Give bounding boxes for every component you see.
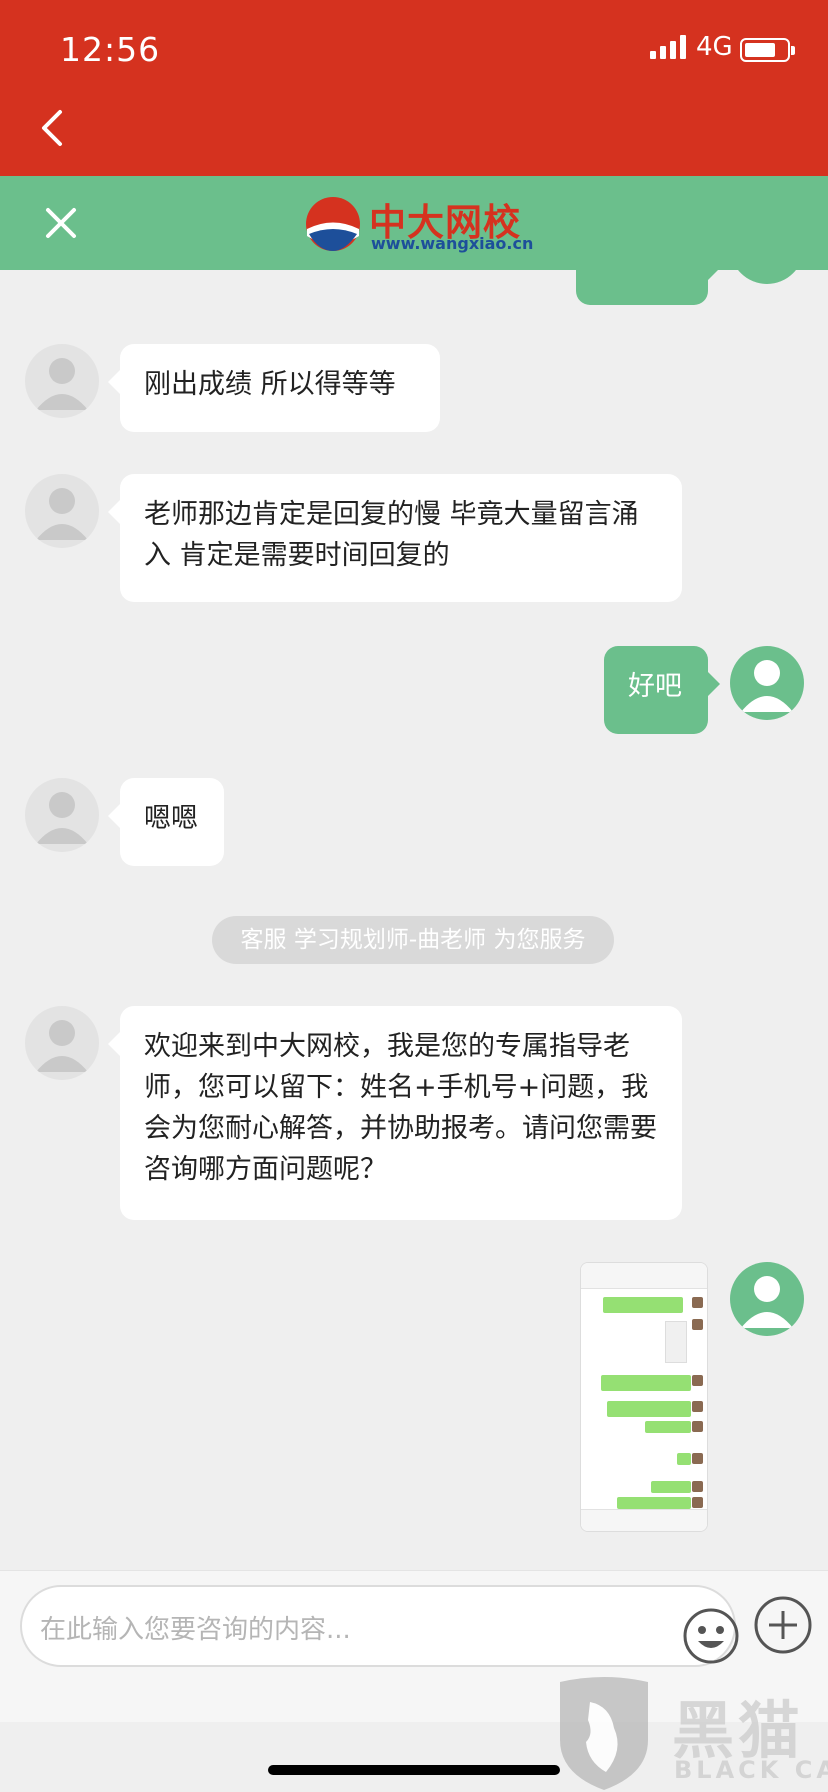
- brand-logo: 中大网校 www.wangxiao.cn: [305, 192, 533, 256]
- message-text: 老师那边肯定是回复的慢 毕竟大量留言涌入 肯定是需要时间回复的: [144, 499, 639, 571]
- watermark-text-en: BLACK CAT: [674, 1756, 828, 1784]
- battery-icon: [740, 38, 795, 62]
- chat-area[interactable]: 刚出成绩 所以得等等 老师那边肯定是回复的慢 毕竟大量留言涌入 肯定是需要时间回…: [0, 270, 828, 1570]
- emoji-icon[interactable]: [682, 1607, 740, 1665]
- input-placeholder: 在此输入您要咨询的内容...: [40, 1615, 351, 1645]
- message-bubble-partial: [576, 270, 720, 305]
- message-bubble: 欢迎来到中大网校，我是您的专属指导老师，您可以留下：姓名+手机号+问题，我会为您…: [108, 1006, 682, 1220]
- agent-avatar: [25, 344, 99, 418]
- system-notice: 客服 学习规划师-曲老师 为您服务: [212, 916, 614, 964]
- signal-icon: [650, 35, 686, 59]
- agent-avatar: [25, 778, 99, 852]
- home-indicator: [268, 1765, 560, 1775]
- message-text: 欢迎来到中大网校，我是您的专属指导老师，您可以留下：姓名+手机号+问题，我会为您…: [144, 1031, 657, 1185]
- agent-avatar: [25, 1006, 99, 1080]
- image-message-thumbnail[interactable]: [580, 1262, 708, 1532]
- brand-url: www.wangxiao.cn: [371, 234, 534, 253]
- user-avatar: [730, 646, 804, 720]
- close-icon[interactable]: [44, 206, 78, 240]
- message-bubble: 嗯嗯: [108, 778, 224, 866]
- status-time: 12:56: [60, 30, 161, 69]
- logo-mark-icon: [306, 197, 360, 251]
- message-input[interactable]: 在此输入您要咨询的内容...: [20, 1585, 739, 1667]
- user-avatar: [730, 1262, 804, 1336]
- message-bubble-user: 好吧: [604, 646, 720, 734]
- plus-icon[interactable]: [753, 1595, 813, 1655]
- agent-avatar: [25, 474, 99, 548]
- brand-header: 中大网校 www.wangxiao.cn: [0, 176, 828, 270]
- user-avatar: [730, 270, 804, 284]
- message-text: 好吧: [628, 671, 682, 702]
- back-arrow-icon[interactable]: [38, 108, 68, 148]
- message-text: 嗯嗯: [144, 803, 198, 834]
- message-text: 刚出成绩 所以得等等: [144, 369, 396, 400]
- watermark: 黑猫 BLACK CAT: [554, 1676, 828, 1792]
- message-bubble: 老师那边肯定是回复的慢 毕竟大量留言涌入 肯定是需要时间回复的: [108, 474, 682, 602]
- network-type: 4G: [696, 32, 733, 62]
- top-bar: 12:56 4G: [0, 0, 828, 176]
- message-bubble: 刚出成绩 所以得等等: [108, 344, 440, 432]
- cat-shield-icon: [560, 1677, 648, 1790]
